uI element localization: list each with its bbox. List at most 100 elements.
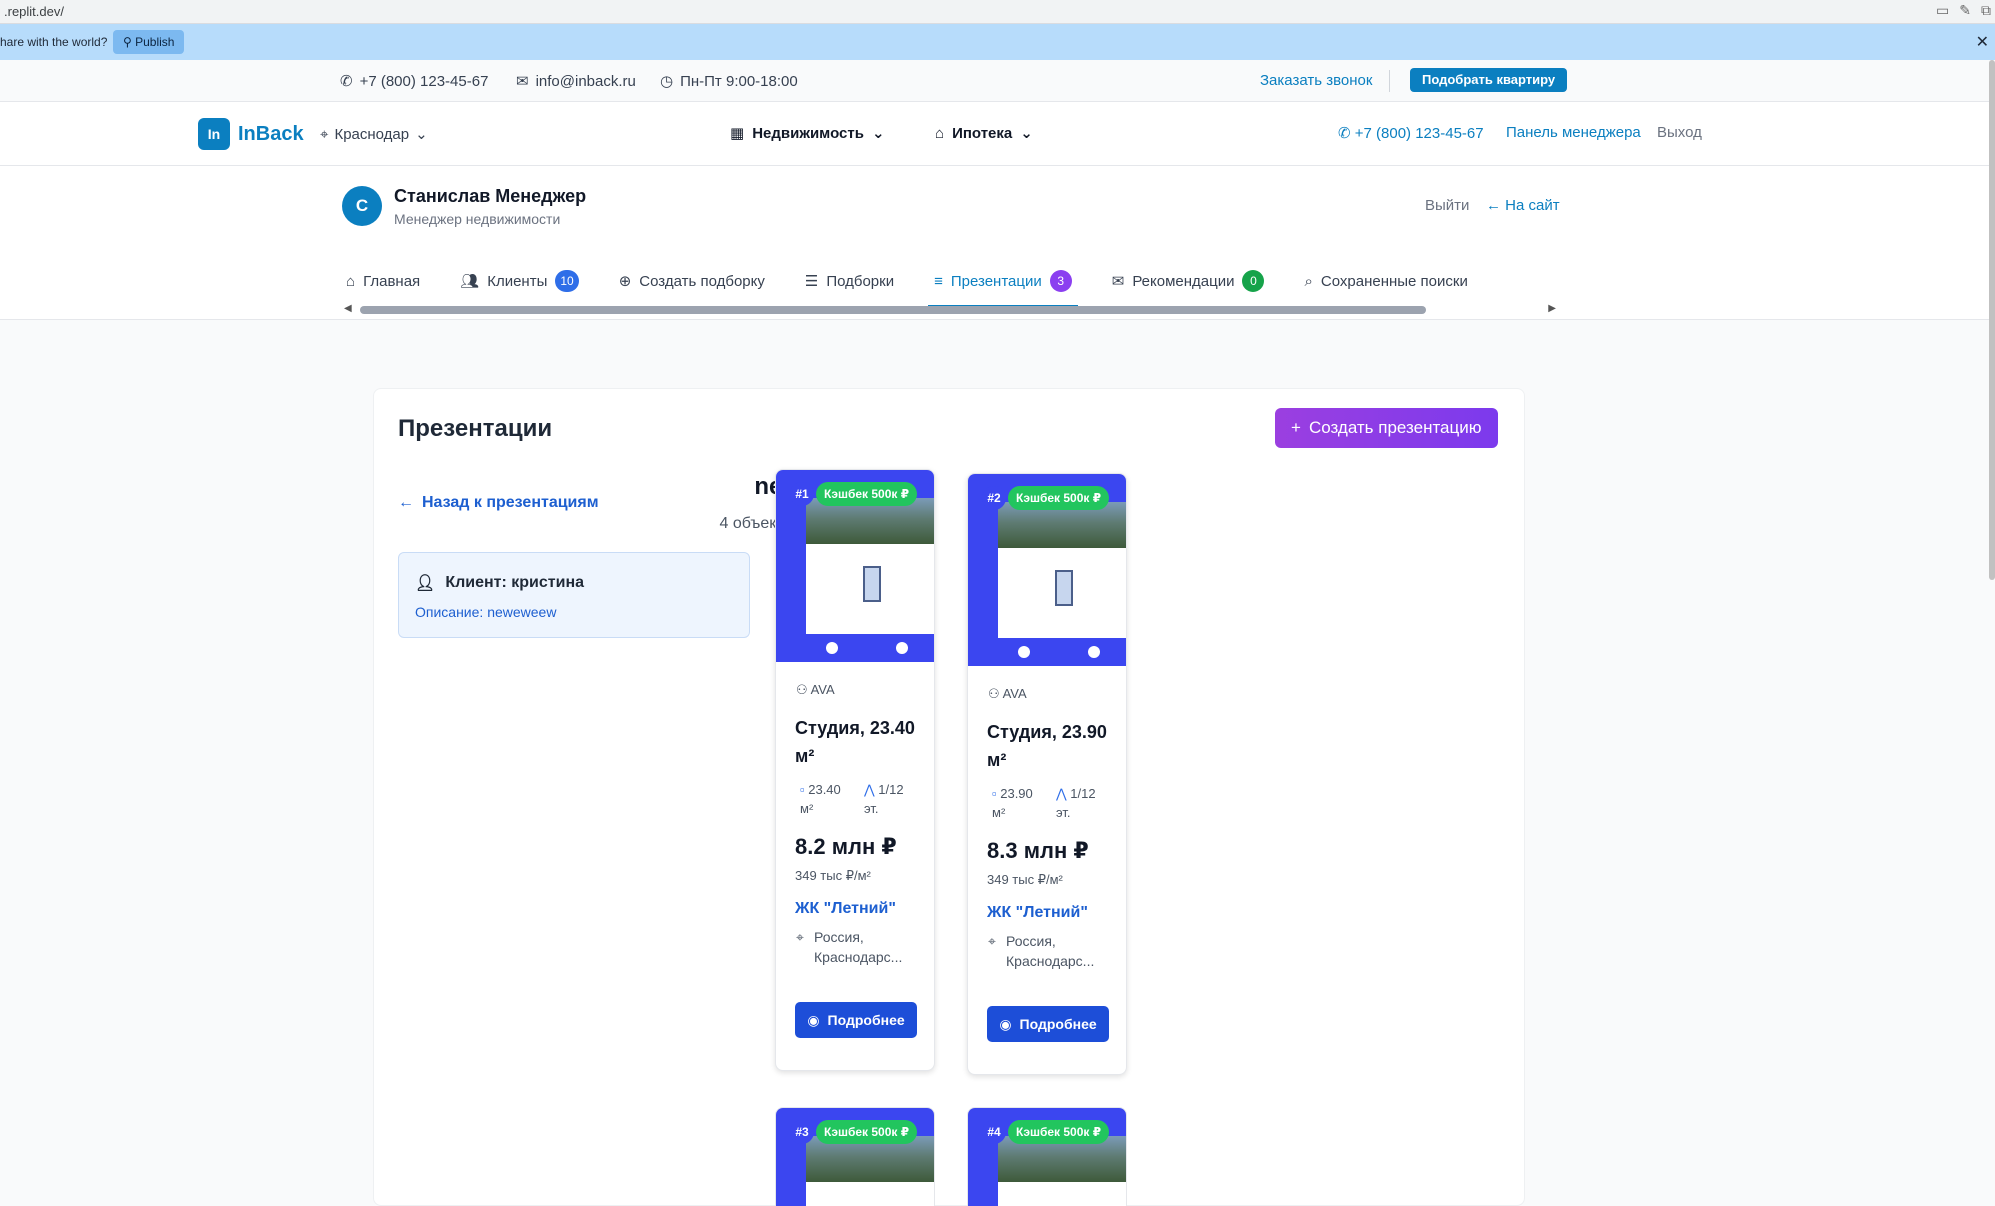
presentations-count-badge: 3 (1049, 270, 1072, 292)
cashback-badge: Кэшбек 500к ₽ (1008, 486, 1110, 510)
scroll-left-arrow-icon[interactable]: ◀ (344, 303, 352, 314)
page-scrollbar[interactable] (1989, 60, 1995, 580)
eye-icon: ◉ (999, 1015, 1012, 1032)
to-site-link[interactable]: ← На сайт (1486, 197, 1560, 214)
details-button[interactable]: ◉ Подробнее (987, 1006, 1109, 1042)
user-icon: 👤︎ (415, 575, 436, 592)
address: ⌖ Россия, Краснодарс... (796, 929, 903, 965)
back-to-presentations-link[interactable]: ← Назад к презентациям (398, 494, 599, 512)
home-icon: ⌂ (346, 272, 356, 290)
floor-plan (998, 548, 1126, 638)
property-image[interactable]: #3 Кэшбек 500к ₽ (776, 1108, 934, 1206)
close-icon[interactable]: ✕ (1976, 32, 1989, 52)
manager-tabs: ⌂ Главная 👥︎ Клиенты 10 ⊕ Создать подбор… (346, 262, 1508, 308)
open-tab-icon[interactable]: ⧉ (1981, 2, 1991, 19)
manager-header: С Станислав Менеджер Менеджер недвижимос… (0, 166, 1995, 320)
users-icon: 👥︎ (460, 273, 480, 290)
developer-icon: ⚇ (796, 682, 811, 697)
page-title: Презентации (398, 415, 553, 442)
building-icon: ▦ (730, 125, 745, 142)
tab-home[interactable]: ⌂ Главная (346, 262, 420, 300)
publish-banner: hare with the world? ⚲ Publish ✕ (0, 24, 1995, 60)
recommendations-count-badge: 0 (1242, 270, 1265, 292)
property-card[interactable]: #1 Кэшбек 500к ₽ ⚇ AVA Студия, 23.40 м² … (775, 469, 935, 1071)
complex-link[interactable]: ЖК "Летний" (795, 900, 896, 918)
floor-icon: ⋀ (1056, 786, 1067, 801)
presentations-panel: Презентации + Создать презентацию ← Наза… (373, 388, 1525, 1206)
clients-count-badge: 10 (555, 270, 579, 292)
url-text[interactable]: .replit.dev/ (4, 4, 64, 19)
card-number-badge: #2 (982, 486, 1006, 510)
card-number-badge: #1 (790, 482, 814, 506)
client-info-box: 👤︎ Клиент: кристина Описание: neweweew (398, 552, 750, 638)
presentation-icon: ≡ (934, 272, 943, 290)
browser-tools: ▭ ✎ ⧉ (1936, 2, 1991, 19)
details-button[interactable]: ◉ Подробнее (795, 1002, 917, 1038)
client-description: Описание: neweweew (415, 604, 557, 620)
floor-spec: ⋀ 1/12 эт. (864, 782, 904, 816)
tab-clients[interactable]: 👥︎ Клиенты 10 (460, 262, 579, 300)
tab-presentations[interactable]: ≡ Презентации 3 (928, 262, 1078, 308)
banner-text: hare with the world? (0, 35, 108, 49)
cast-icon[interactable]: ▭ (1936, 2, 1949, 19)
logout-link[interactable]: Выйти (1425, 197, 1469, 214)
scrollbar-thumb[interactable] (360, 306, 1426, 314)
developer-icon: ⚇ (988, 686, 1003, 701)
topbar-phone[interactable]: ✆ +7 (800) 123-45-67 (340, 72, 488, 91)
price-per-meter: 349 тыс ₽/м² (987, 872, 1063, 887)
nav-phone[interactable]: ✆ +7 (800) 123-45-67 (1338, 124, 1484, 142)
floor-spec: ⋀ 1/12 эт. (1056, 786, 1096, 820)
property-image[interactable]: #4 Кэшбек 500к ₽ (968, 1108, 1126, 1206)
exit-link[interactable]: Выход (1657, 124, 1702, 141)
property-card[interactable]: #4 Кэшбек 500к ₽ (967, 1107, 1127, 1206)
price: 8.2 млн ₽ (795, 834, 897, 859)
property-title: Студия, 23.40 м² (795, 718, 915, 766)
pick-apartment-button[interactable]: Подобрать квартиру (1410, 68, 1568, 92)
tab-recommendations[interactable]: ✉ Рекомендации 0 (1112, 262, 1265, 300)
search-icon: ⌕ (1304, 272, 1313, 290)
city-selector[interactable]: ⌖ Краснодар ⌄ (320, 125, 428, 144)
manager-panel-link[interactable]: Панель менеджера (1506, 124, 1641, 141)
floor-plan (806, 1182, 934, 1206)
topbar-email[interactable]: ✉ info@inback.ru (516, 72, 636, 91)
chevron-down-icon: ⌄ (1020, 125, 1033, 142)
floor-plan (998, 1182, 1126, 1206)
phone-icon: ✆ (340, 73, 353, 90)
tabs-scrollbar[interactable]: ◀ ▶ (344, 303, 1556, 315)
create-presentation-button[interactable]: + Создать презентацию (1275, 408, 1498, 448)
plus-icon: + (1291, 418, 1301, 437)
client-name: 👤︎ Клиент: кристина (415, 574, 584, 592)
topbar-hours: ◷ Пн-Пт 9:00-18:00 (660, 72, 798, 91)
property-card[interactable]: #2 Кэшбек 500к ₽ ⚇ AVA Студия, 23.90 м² … (967, 473, 1127, 1075)
cashback-badge: Кэшбек 500к ₽ (1008, 1120, 1110, 1144)
arrow-left-icon: ← (1486, 197, 1506, 214)
tab-create-collection[interactable]: ⊕ Создать подборку (619, 262, 765, 300)
nav-mortgage[interactable]: ⌂ Ипотека ⌄ (935, 124, 1033, 143)
price-per-meter: 349 тыс ₽/м² (795, 868, 871, 883)
tab-saved-searches[interactable]: ⌕ Сохраненные поиски (1304, 262, 1467, 300)
logo[interactable]: In InBack (198, 118, 304, 150)
nav-realty[interactable]: ▦ Недвижимость ⌄ (730, 124, 885, 143)
cashback-badge: Кэшбек 500к ₽ (816, 1120, 918, 1144)
contact-bar: ✆ +7 (800) 123-45-67 ✉ info@inback.ru ◷ Пн-… (0, 60, 1995, 102)
tab-collections[interactable]: ☰ Подборки (805, 262, 894, 300)
complex-link[interactable]: ЖК "Летний" (987, 904, 1088, 922)
price: 8.3 млн ₽ (987, 838, 1089, 863)
address: ⌖ Россия, Краснодарс... (988, 933, 1095, 969)
manager-name: Станислав Менеджер (394, 186, 587, 206)
envelope-icon: ✉ (1111, 273, 1125, 290)
order-call-link[interactable]: Заказать звонок (1260, 72, 1372, 89)
chevron-down-icon: ⌄ (871, 125, 885, 142)
area-spec: ▫ 23.90 м² (992, 786, 1033, 820)
property-card[interactable]: #3 Кэшбек 500к ₽ (775, 1107, 935, 1206)
scroll-right-arrow-icon[interactable]: ▶ (1548, 303, 1556, 314)
publish-icon: ⚲ (123, 35, 136, 49)
property-image[interactable]: #1 Кэшбек 500к ₽ (776, 470, 934, 662)
divider (1389, 70, 1390, 92)
publish-button[interactable]: ⚲ Publish (113, 30, 185, 54)
browser-url-bar[interactable]: .replit.dev/ ▭ ✎ ⧉ (0, 0, 1995, 24)
developer: ⚇ AVA (796, 682, 835, 697)
location-pin-icon: ⌖ (796, 929, 804, 945)
property-image[interactable]: #2 Кэшбек 500к ₽ (968, 474, 1126, 666)
extensions-icon[interactable]: ✎ (1959, 2, 1971, 19)
